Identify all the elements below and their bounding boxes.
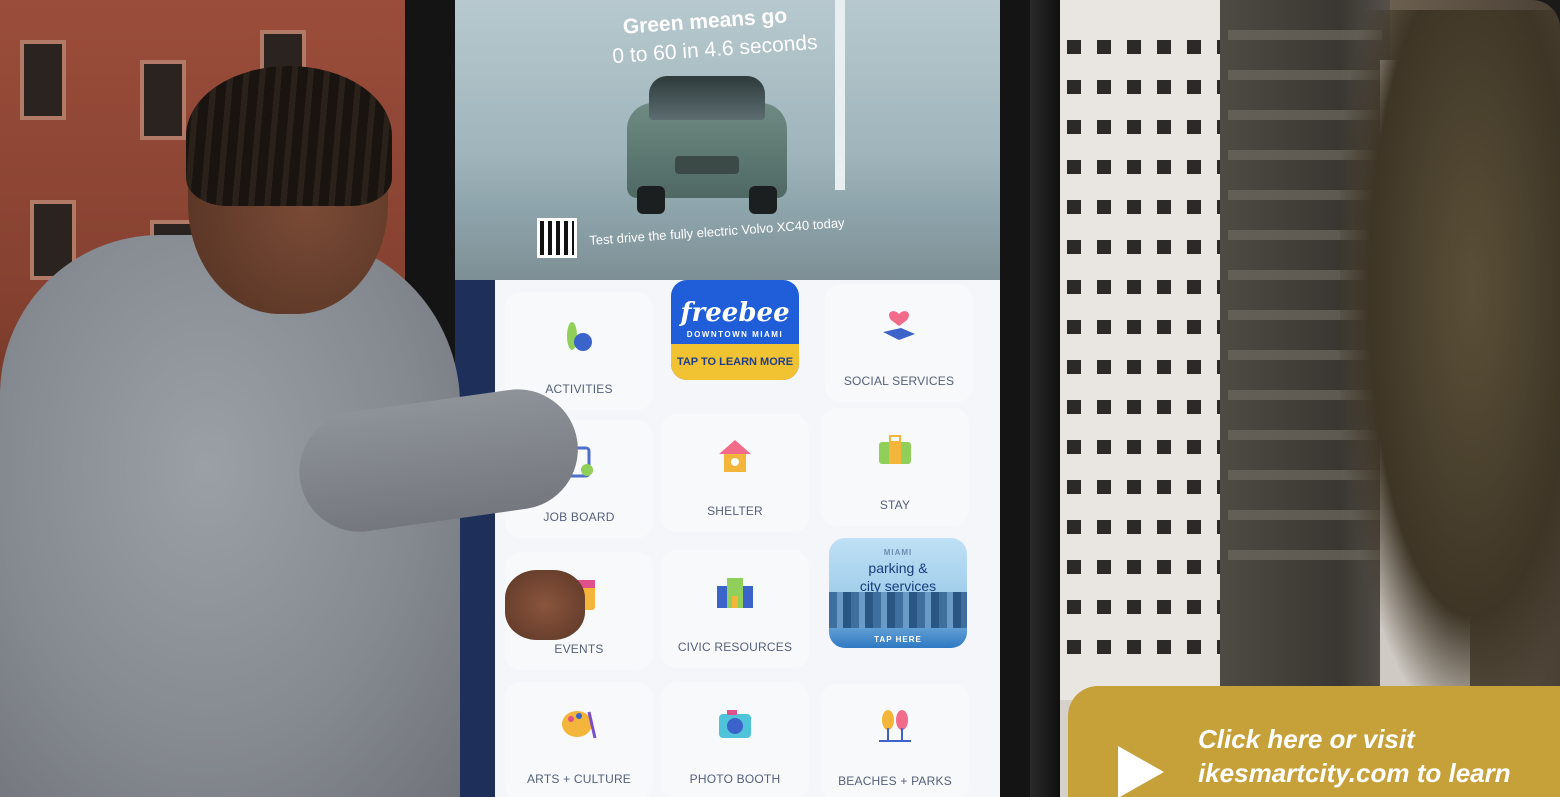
services-grid: ACTIVITIES freebee DOWNTOWN MIAMI TAP TO… [495,280,1000,797]
tile-photo-booth[interactable]: PHOTO BOOTH [661,682,809,797]
tile-arts-culture[interactable]: ARTS + CULTURE [505,682,653,797]
trees-icon [879,710,911,742]
brick-building [0,0,420,520]
tile-events[interactable]: EVENTS [505,552,653,670]
clipboard-icon [565,446,593,478]
parking-tap-here: TAP HERE [874,635,922,644]
tile-label: SHELTER [707,504,763,518]
learn-more-banner[interactable]: Click here or visit ikesmartcity.com to … [1068,686,1560,797]
ad-footer: Test drive the fully electric Volvo XC40… [537,214,917,258]
tile-label: ACTIVITIES [545,382,613,396]
tile-label: BEACHES + PARKS [838,774,952,788]
house-icon [719,440,751,472]
tile-stay[interactable]: STAY [821,408,969,526]
photo-scene: Green means go 0 to 60 in 4.6 seconds Te… [0,0,1560,797]
city-skyline-image [829,592,967,628]
civic-building-icon [717,578,753,608]
freebee-subtitle: DOWNTOWN MIAMI [686,330,784,339]
screen-side-strip [455,280,495,797]
tile-job-board[interactable]: JOB BOARD [505,420,653,538]
calendar-icon [563,580,595,610]
tile-label: JOB BOARD [543,510,615,524]
suitcase-icon [879,435,911,464]
banner-line-1: Click here or visit [1198,724,1415,754]
tile-label: ARTS + CULTURE [526,772,632,786]
tree [1340,10,1560,710]
tile-label: EVENTS [554,642,604,656]
parking-pretitle: MIAMI [883,548,913,557]
volvo-ad[interactable]: Green means go 0 to 60 in 4.6 seconds Te… [455,0,1000,280]
ad-cta-text: Test drive the fully electric Volvo XC40… [588,215,846,248]
tile-label: CIVIC RESOURCES [677,640,793,654]
tile-parking[interactable]: MIAMI parking & city services TAP HERE [829,538,967,648]
car-image [627,68,787,218]
heart-hand-icon [883,311,915,340]
white-building [1055,0,1235,700]
tile-social-services[interactable]: SOCIAL SERVICES [825,284,973,402]
freebee-logo: freebee [680,298,790,328]
tile-freebee[interactable]: freebee DOWNTOWN MIAMI TAP TO LEARN MORE [671,280,799,380]
banner-line-2: ikesmartcity.com to learn [1198,758,1511,788]
freebee-tap-button[interactable]: TAP TO LEARN MORE [671,344,799,380]
tile-label: PHOTO BOOTH [689,772,781,786]
parking-title-1: parking & [868,560,928,576]
play-icon[interactable] [1118,746,1164,797]
tile-beaches-parks[interactable]: BEACHES + PARKS [821,684,969,797]
tile-label: STAY [879,498,911,512]
tile-shelter[interactable]: SHELTER [661,414,809,532]
tile-activities[interactable]: ACTIVITIES [505,292,653,410]
kiosk-screen: Green means go 0 to 60 in 4.6 seconds Te… [455,0,1000,797]
bowling-icon [567,322,592,351]
palette-icon [562,711,597,739]
kiosk-edge [1030,0,1060,797]
tile-civic-resources[interactable]: CIVIC RESOURCES [661,550,809,668]
qr-code-icon [537,218,577,258]
camera-icon [719,710,751,738]
tile-label: SOCIAL SERVICES [843,374,955,388]
